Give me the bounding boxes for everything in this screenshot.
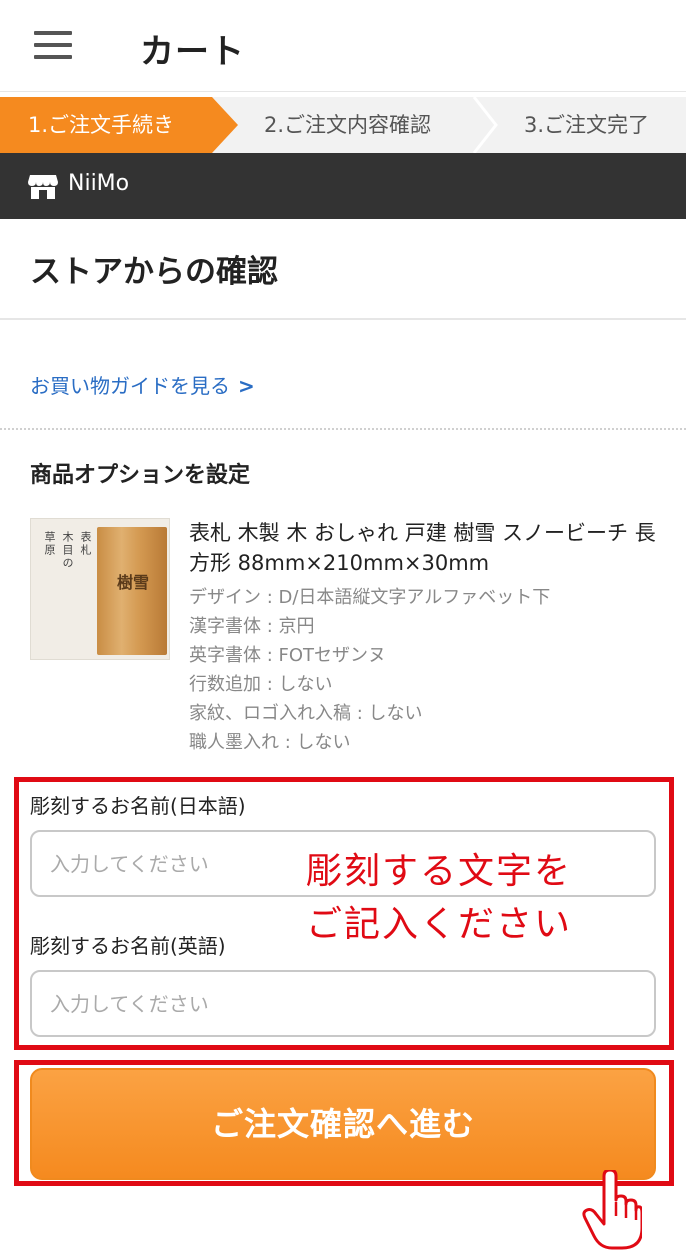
shopping-guide-link[interactable]: お買い物ガイドを見る > (30, 370, 255, 399)
store-icon (28, 175, 58, 199)
dotted-divider (0, 428, 686, 430)
guide-link-label: お買い物ガイドを見る (30, 374, 230, 398)
plank-text: 樹雪 (116, 573, 149, 592)
attribute-crest-logo: 家紋、ロゴ入れ入稿 : しない (189, 703, 423, 724)
thumb-text-2: 木目の (61, 531, 74, 570)
attribute-ink-finish: 職人墨入れ : しない (189, 732, 351, 753)
attribute-kanji-font: 漢字書体 : 京円 (189, 616, 315, 637)
step-order-confirm: 2.ご注文内容確認 (264, 113, 432, 137)
options-title: 商品オプションを設定 (30, 463, 251, 488)
attribute-english-font: 英字書体 : FOTセザンヌ (189, 645, 387, 666)
thumb-text-3: 表札 (79, 531, 92, 557)
highlight-box-button (14, 1060, 674, 1186)
highlight-box-form (14, 777, 674, 1050)
store-bar: NiiMo (0, 153, 686, 219)
step-order-procedure: 1.ご注文手続き (0, 97, 238, 153)
step-order-complete: 3.ご注文完了 (524, 113, 650, 137)
chevron-right-icon: > (238, 374, 255, 398)
product-name: 表札 木製 木 おしゃれ 戸建 樹雪 スノービーチ 長方形 88mm×210mm… (189, 521, 656, 575)
section-title: ストアからの確認 (30, 254, 278, 290)
header: カート (0, 0, 686, 92)
store-name: NiiMo (68, 171, 130, 196)
page-title: カート (140, 32, 245, 72)
divider (0, 318, 686, 320)
pointing-hand-icon (582, 1170, 642, 1250)
attribute-extra-lines: 行数追加 : しない (189, 674, 333, 695)
step-separator-icon (472, 97, 498, 153)
attribute-design: デザイン : D/日本語縦文字アルファベット下 (189, 587, 551, 608)
thumb-text-1: 草原 (43, 531, 56, 557)
checkout-steps: 1.ご注文手続き 2.ご注文内容確認 3.ご注文完了 (0, 97, 686, 153)
product-thumbnail[interactable]: 草原 木目の 表札 樹雪 (30, 518, 170, 660)
hamburger-menu-icon[interactable] (34, 31, 72, 59)
product-attributes: デザイン : D/日本語縦文字アルファベット下 漢字書体 : 京円 英字書体 :… (189, 583, 659, 757)
cart-page: カート 1.ご注文手続き 2.ご注文内容確認 3.ご注文完了 NiiMo ストア… (0, 0, 686, 1260)
